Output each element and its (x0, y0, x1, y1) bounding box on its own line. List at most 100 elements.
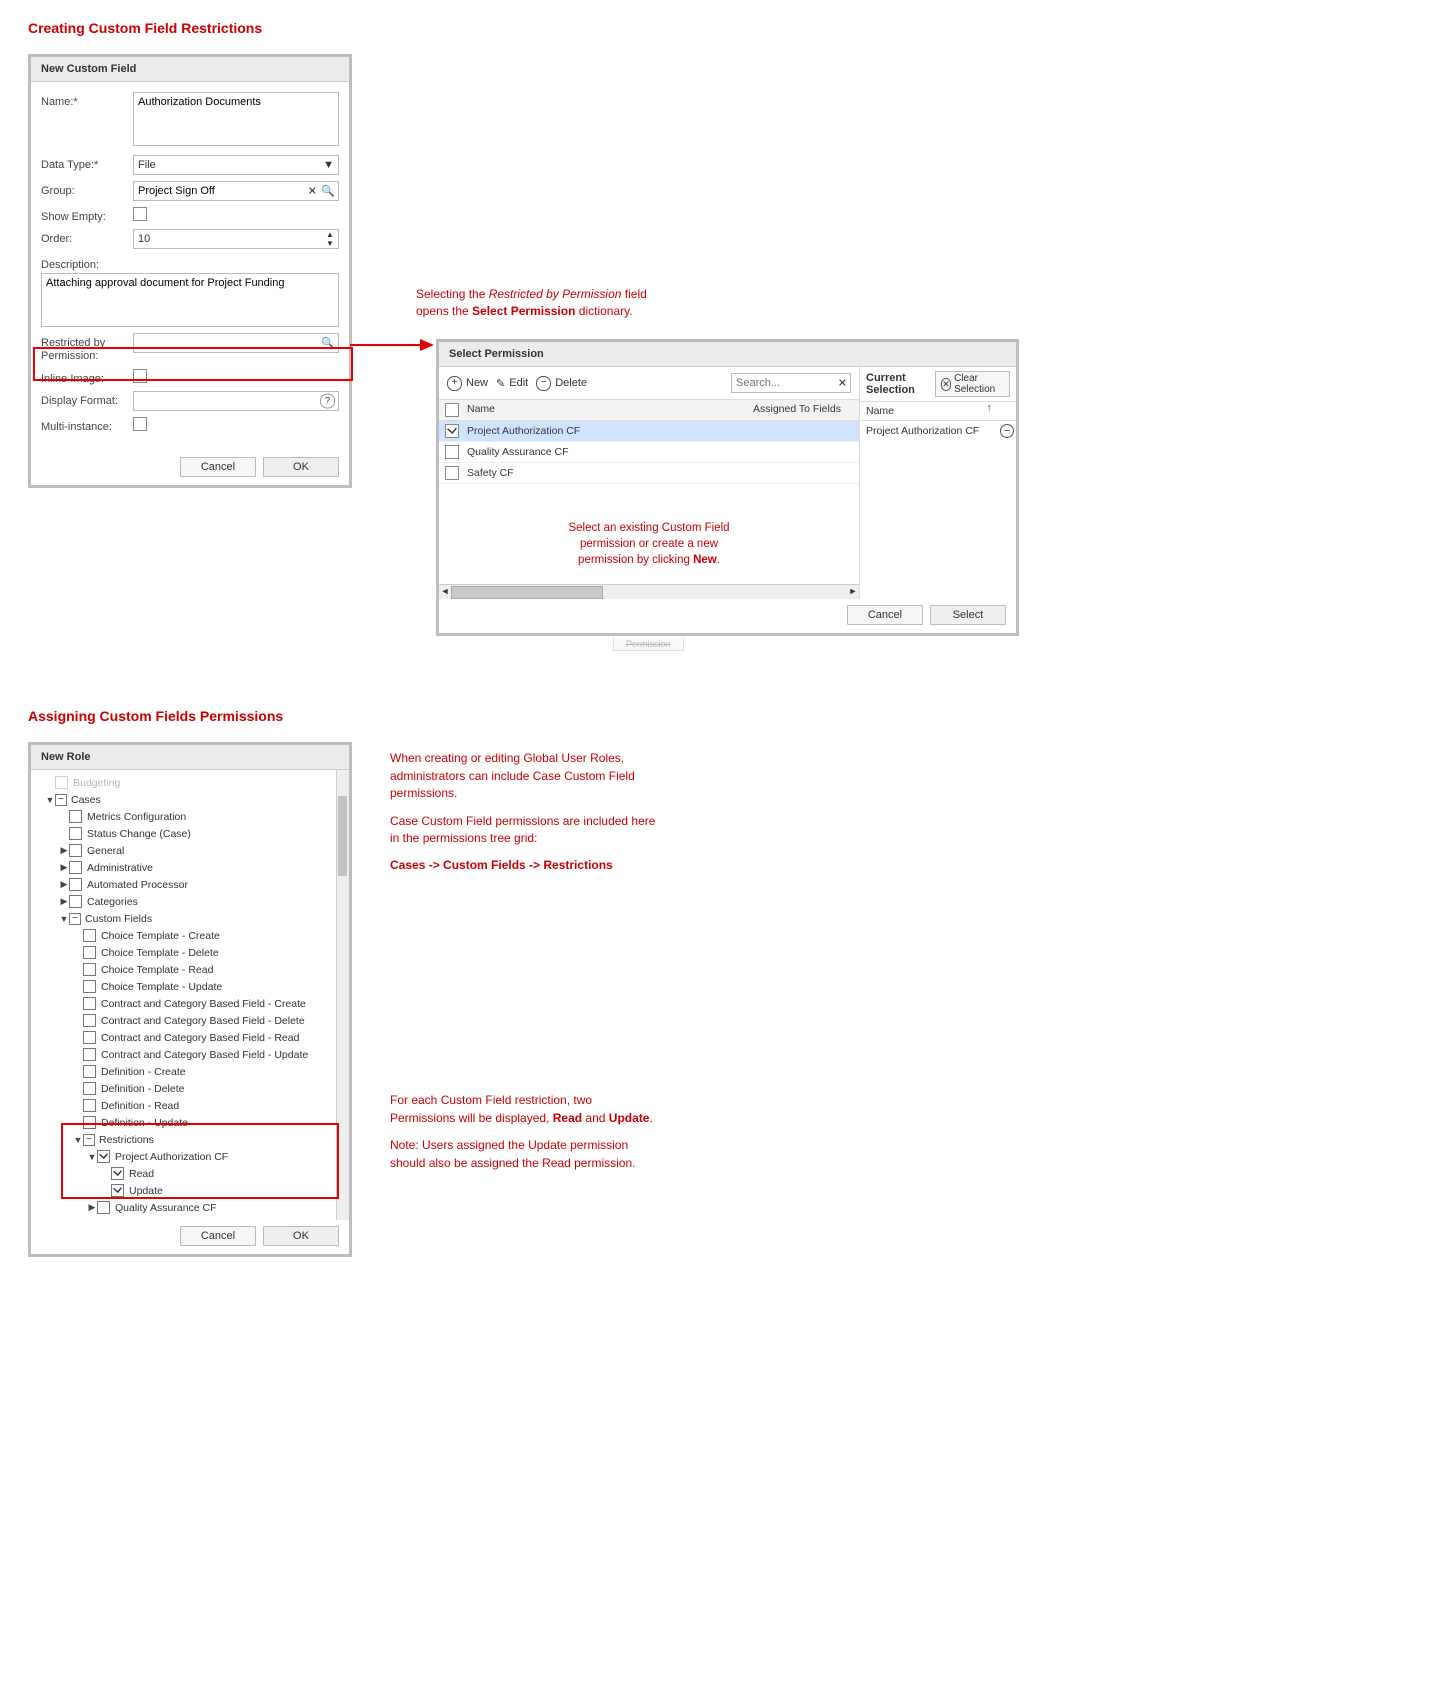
permission-checkbox[interactable] (83, 1014, 96, 1027)
tree-label: Quality Assurance CF (115, 1202, 217, 1214)
permission-checkbox[interactable] (69, 844, 82, 857)
col-assigned[interactable]: Assigned To Fields (747, 400, 859, 420)
tree-row[interactable]: Budgeting (31, 774, 337, 791)
tree-row[interactable]: ▶Categories (31, 893, 337, 910)
chevron-down-icon[interactable]: ▼ (59, 914, 69, 924)
help-icon[interactable]: ? (320, 394, 335, 409)
spin-down-icon[interactable]: ▼ (324, 240, 336, 247)
select-permission-title: Select Permission (439, 342, 1016, 367)
row-checkbox[interactable] (445, 466, 459, 480)
collapse-box-icon[interactable]: − (69, 913, 81, 925)
delete-button[interactable]: − Delete (536, 376, 587, 391)
permission-checkbox[interactable] (83, 1031, 96, 1044)
multi-instance-checkbox[interactable] (133, 417, 147, 431)
row-checkbox[interactable] (445, 424, 459, 438)
edit-button[interactable]: ✎ Edit (496, 377, 528, 390)
permission-checkbox[interactable] (97, 1201, 110, 1214)
display-format-input[interactable] (133, 391, 339, 411)
tree-label: Budgeting (73, 777, 120, 789)
permission-checkbox[interactable] (83, 997, 96, 1010)
permission-checkbox[interactable] (69, 861, 82, 874)
search-icon[interactable]: 🔍 (321, 185, 335, 198)
tree-row[interactable]: ▶ Quality Assurance CF (31, 1199, 337, 1216)
tree-row[interactable]: ▼−Custom Fields (31, 910, 337, 927)
ok-button[interactable]: OK (263, 1226, 339, 1246)
order-spinner[interactable]: 10 ▲ ▼ (133, 229, 339, 249)
tree-row[interactable]: Status Change (Case) (31, 825, 337, 842)
new-role-dialog: New Role Budgeting▼−CasesMetrics Configu… (28, 742, 352, 1257)
clear-selection-button[interactable]: ✕ Clear Selection (935, 371, 1010, 397)
tree-row[interactable]: Contract and Category Based Field - Read (31, 1029, 337, 1046)
permission-checkbox[interactable] (83, 1082, 96, 1095)
permission-checkbox[interactable] (83, 963, 96, 976)
scroll-thumb[interactable] (451, 586, 603, 599)
tree-row[interactable]: Contract and Category Based Field - Dele… (31, 1012, 337, 1029)
chevron-right-icon[interactable]: ▶ (59, 896, 69, 907)
permission-checkbox[interactable] (83, 946, 96, 959)
scroll-thumb[interactable] (338, 796, 347, 876)
tree-row[interactable]: Definition - Create (31, 1063, 337, 1080)
tree-row[interactable]: ▶ Administrative (31, 859, 337, 876)
tree-label: Administrative (87, 862, 153, 874)
sort-up-icon[interactable]: ↑ (980, 402, 998, 420)
scroll-left-icon[interactable]: ◄ (439, 585, 451, 598)
permission-checkbox[interactable] (83, 980, 96, 993)
permission-checkbox[interactable] (69, 878, 82, 891)
row-checkbox[interactable] (445, 445, 459, 459)
tree-row[interactable]: Choice Template - Update (31, 978, 337, 995)
tree-row[interactable]: Contract and Category Based Field - Crea… (31, 995, 337, 1012)
permission-row[interactable]: Project Authorization CF (439, 421, 859, 442)
scroll-right-icon[interactable]: ► (847, 585, 859, 598)
annotation-roles-2: For each Custom Field restriction, two P… (390, 1092, 660, 1172)
tree-row[interactable]: Definition - Delete (31, 1080, 337, 1097)
tree-row[interactable]: Choice Template - Create (31, 927, 337, 944)
search-input[interactable] (731, 373, 851, 393)
current-selection-row[interactable]: Project Authorization CF− (860, 421, 1016, 441)
cancel-button[interactable]: Cancel (180, 1226, 256, 1246)
permission-checkbox[interactable] (69, 827, 82, 840)
clear-icon[interactable]: ✕ (838, 377, 847, 390)
permission-checkbox[interactable] (83, 1099, 96, 1112)
cancel-button[interactable]: Cancel (847, 605, 923, 625)
cs-col-name[interactable]: Name (860, 402, 980, 420)
permission-row[interactable]: Safety CF (439, 463, 859, 484)
spin-up-icon[interactable]: ▲ (324, 231, 336, 238)
permission-checkbox[interactable] (83, 929, 96, 942)
tree-row[interactable]: ▶Automated Processor (31, 876, 337, 893)
tree-row[interactable]: Choice Template - Delete (31, 944, 337, 961)
chevron-right-icon[interactable]: ▶ (59, 845, 69, 856)
permission-checkbox[interactable] (83, 1048, 96, 1061)
tree-row[interactable]: ▶General (31, 842, 337, 859)
tree-row[interactable]: ▼−Cases (31, 791, 337, 808)
collapse-box-icon[interactable]: − (55, 794, 67, 806)
cancel-button[interactable]: Cancel (180, 457, 256, 477)
label-display-format: Display Format: (41, 391, 133, 407)
tree-row[interactable]: Definition - Read (31, 1097, 337, 1114)
remove-icon[interactable]: − (1000, 424, 1014, 438)
permission-row[interactable]: Quality Assurance CF (439, 442, 859, 463)
horizontal-scrollbar[interactable]: ◄ ► (439, 584, 859, 599)
clear-icon[interactable]: ✕ (308, 185, 317, 198)
new-button[interactable]: + New (447, 376, 488, 391)
ok-button[interactable]: OK (263, 457, 339, 477)
tree-row[interactable]: Choice Template - Read (31, 961, 337, 978)
chevron-down-icon[interactable]: ▼ (45, 795, 55, 805)
permission-checkbox[interactable] (83, 1065, 96, 1078)
chevron-right-icon[interactable]: ▶ (59, 862, 69, 873)
chevron-right-icon[interactable]: ▶ (87, 1202, 97, 1213)
permission-checkbox[interactable] (55, 776, 68, 789)
col-name[interactable]: Name (461, 400, 747, 420)
data-type-select[interactable]: File ▼ (133, 155, 339, 175)
permission-checkbox[interactable] (69, 895, 82, 908)
chevron-right-icon[interactable]: ▶ (59, 879, 69, 890)
select-all-checkbox[interactable] (445, 403, 459, 417)
highlight-restricted-row (33, 347, 353, 381)
name-input[interactable]: Authorization Documents (133, 92, 339, 146)
permission-checkbox[interactable] (69, 810, 82, 823)
description-input[interactable]: Attaching approval document for Project … (41, 273, 339, 327)
select-button[interactable]: Select (930, 605, 1006, 625)
tree-row[interactable]: Contract and Category Based Field - Upda… (31, 1046, 337, 1063)
tree-label: Contract and Category Based Field - Upda… (101, 1049, 308, 1061)
show-empty-checkbox[interactable] (133, 207, 147, 221)
tree-row[interactable]: Metrics Configuration (31, 808, 337, 825)
